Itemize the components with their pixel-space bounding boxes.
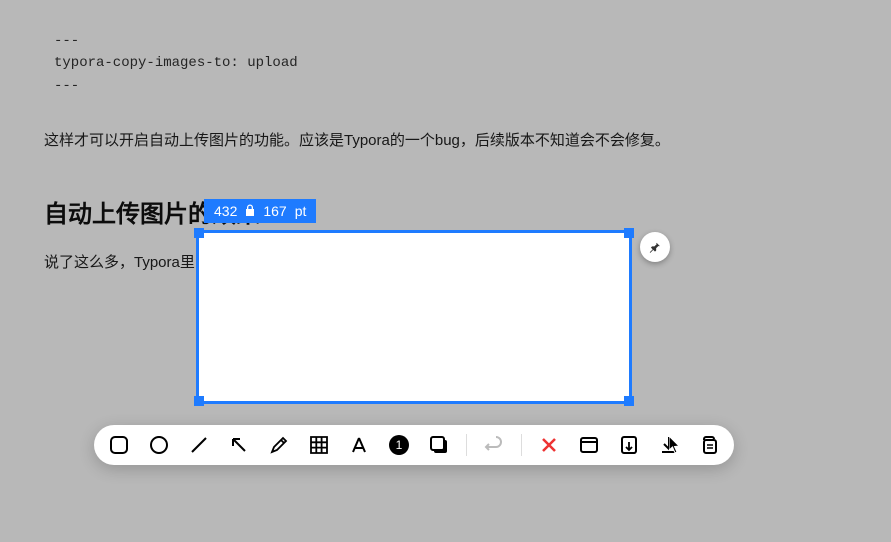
download-button[interactable]: [656, 432, 682, 458]
toolbar-divider: [521, 434, 522, 456]
undo-tool[interactable]: [481, 432, 507, 458]
copy-button[interactable]: [696, 432, 722, 458]
shadow-tool[interactable]: [426, 432, 452, 458]
clipboard-tool[interactable]: [616, 432, 642, 458]
mosaic-tool[interactable]: [306, 432, 332, 458]
unit-value: pt: [295, 203, 307, 219]
line-tool[interactable]: [186, 432, 212, 458]
pin-icon: [648, 240, 662, 254]
circle-tool[interactable]: [146, 432, 172, 458]
toolbar-divider: [466, 434, 467, 456]
resize-handle-bottom-right[interactable]: [624, 396, 634, 406]
lock-icon: [245, 204, 255, 219]
resize-handle-bottom-left[interactable]: [194, 396, 204, 406]
pin-button[interactable]: [640, 232, 670, 262]
width-value: 432: [214, 203, 237, 219]
window-tool[interactable]: [576, 432, 602, 458]
arrow-tool[interactable]: [226, 432, 252, 458]
height-value: 167: [263, 203, 286, 219]
resize-handle-top-right[interactable]: [624, 228, 634, 238]
rectangle-tool[interactable]: [106, 432, 132, 458]
screenshot-selection-area[interactable]: [196, 230, 632, 404]
selection-dimensions-label: 432 167 pt: [204, 199, 316, 223]
cancel-button[interactable]: [536, 432, 562, 458]
counter-tool[interactable]: 1: [386, 432, 412, 458]
counter-badge: 1: [389, 435, 409, 455]
resize-handle-top-left[interactable]: [194, 228, 204, 238]
pencil-tool[interactable]: [266, 432, 292, 458]
screenshot-toolbar: 1: [94, 425, 734, 465]
text-tool[interactable]: [346, 432, 372, 458]
